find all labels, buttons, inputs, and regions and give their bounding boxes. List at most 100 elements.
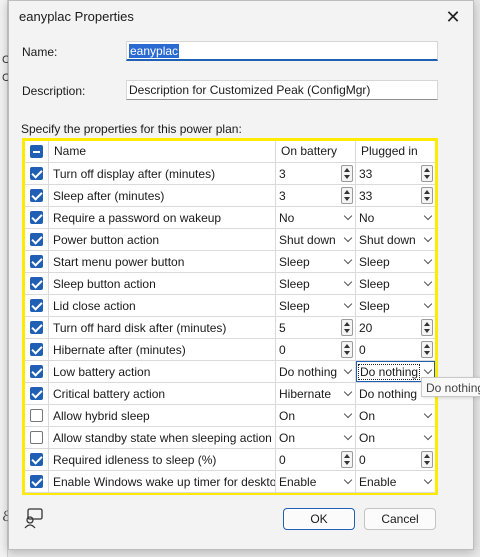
spin-arrows-icon[interactable] [421, 187, 433, 204]
description-value: Description for Customized Peak (ConfigM… [129, 83, 371, 97]
row-checkbox[interactable] [30, 387, 43, 400]
spin-arrows-icon[interactable] [421, 165, 433, 182]
plugged-spinner[interactable]: 0 [356, 339, 435, 360]
row-checkbox[interactable] [30, 343, 43, 356]
user-feedback-icon[interactable] [23, 507, 45, 529]
row-checkbox[interactable] [30, 431, 43, 444]
row-checkbox[interactable] [30, 409, 43, 422]
cancel-button[interactable]: Cancel [364, 508, 436, 530]
plugged-spinner[interactable]: 33 [356, 163, 435, 184]
chevron-down-icon[interactable] [343, 211, 353, 221]
battery-dropdown[interactable]: Do nothing [276, 361, 356, 382]
chevron-down-icon[interactable] [343, 431, 353, 441]
chevron-down-icon[interactable] [423, 299, 433, 309]
plugged-dropdown[interactable]: Enable [356, 471, 435, 492]
battery-dropdown[interactable]: Hibernate [276, 383, 356, 404]
battery-spinner[interactable]: 0 [276, 449, 356, 470]
row-checkbox-cell[interactable] [25, 405, 49, 426]
chevron-down-icon[interactable] [423, 409, 433, 419]
spin-arrows-icon[interactable] [341, 319, 353, 336]
row-checkbox-cell[interactable] [25, 163, 49, 184]
chevron-down-icon[interactable] [423, 255, 433, 265]
row-checkbox-cell[interactable] [25, 427, 49, 448]
spin-arrows-icon[interactable] [421, 341, 433, 358]
row-checkbox-cell[interactable] [25, 317, 49, 338]
row-checkbox[interactable] [30, 453, 43, 466]
row-checkbox[interactable] [30, 321, 43, 334]
row-checkbox-cell[interactable] [25, 449, 49, 470]
header-name[interactable]: Name [49, 141, 276, 162]
ok-button[interactable]: OK [283, 508, 355, 530]
battery-spinner[interactable]: 0 [276, 339, 356, 360]
plugged-dropdown[interactable]: On [356, 405, 435, 426]
chevron-down-icon[interactable] [423, 431, 433, 441]
close-button[interactable]: ✕ [441, 5, 465, 29]
chevron-down-icon[interactable] [343, 299, 353, 309]
power-settings-grid: Name On battery Plugged in Turn off disp… [22, 138, 438, 495]
battery-dropdown[interactable]: On [276, 427, 356, 448]
plugged-dropdown[interactable]: Sleep [356, 251, 435, 272]
plugged-dropdown[interactable]: Shut down [356, 229, 435, 250]
row-checkbox-cell[interactable] [25, 295, 49, 316]
row-checkbox[interactable] [30, 233, 43, 246]
row-checkbox[interactable] [30, 189, 43, 202]
row-checkbox-cell[interactable] [25, 361, 49, 382]
plugged-dropdown[interactable]: No [356, 207, 435, 228]
row-checkbox[interactable] [30, 211, 43, 224]
row-checkbox-cell[interactable] [25, 273, 49, 294]
header-plugged-in[interactable]: Plugged in [356, 141, 435, 162]
row-checkbox[interactable] [30, 277, 43, 290]
row-checkbox-cell[interactable] [25, 229, 49, 250]
chevron-down-icon[interactable] [423, 211, 433, 221]
chevron-down-icon[interactable] [343, 277, 353, 287]
battery-spinner[interactable]: 3 [276, 163, 356, 184]
plugged-spinner[interactable]: 33 [356, 185, 435, 206]
chevron-down-icon[interactable] [343, 365, 353, 375]
battery-spinner[interactable]: 5 [276, 317, 356, 338]
spin-arrows-icon[interactable] [421, 319, 433, 336]
chevron-down-icon[interactable] [343, 255, 353, 265]
battery-spinner[interactable]: 3 [276, 185, 356, 206]
description-field[interactable]: Description for Customized Peak (ConfigM… [126, 80, 438, 100]
battery-dropdown[interactable]: No [276, 207, 356, 228]
row-checkbox[interactable] [30, 255, 43, 268]
spin-arrows-icon[interactable] [341, 165, 353, 182]
spin-arrows-icon[interactable] [341, 451, 353, 468]
row-checkbox-cell[interactable] [25, 207, 49, 228]
battery-dropdown[interactable]: Enable [276, 471, 356, 492]
row-checkbox-cell[interactable] [25, 251, 49, 272]
battery-dropdown[interactable]: Sleep [276, 251, 356, 272]
chevron-down-icon[interactable] [343, 233, 353, 243]
battery-dropdown[interactable]: On [276, 405, 356, 426]
plugged-dropdown[interactable]: Sleep [356, 273, 435, 294]
plugged-value: 33 [359, 167, 373, 181]
chevron-down-icon[interactable] [343, 409, 353, 419]
spin-arrows-icon[interactable] [341, 341, 353, 358]
select-all-cell[interactable] [25, 141, 49, 162]
plugged-dropdown[interactable]: On [356, 427, 435, 448]
spin-arrows-icon[interactable] [341, 187, 353, 204]
row-checkbox[interactable] [30, 365, 43, 378]
chevron-down-icon[interactable] [343, 387, 353, 397]
chevron-down-icon[interactable] [343, 475, 353, 485]
row-checkbox[interactable] [30, 299, 43, 312]
row-checkbox-cell[interactable] [25, 383, 49, 404]
row-checkbox[interactable] [30, 475, 43, 488]
chevron-down-icon[interactable] [423, 277, 433, 287]
battery-dropdown[interactable]: Sleep [276, 273, 356, 294]
battery-dropdown[interactable]: Sleep [276, 295, 356, 316]
row-checkbox-cell[interactable] [25, 185, 49, 206]
plugged-spinner[interactable]: 20 [356, 317, 435, 338]
chevron-down-icon[interactable] [423, 233, 433, 243]
header-on-battery[interactable]: On battery [276, 141, 356, 162]
plugged-dropdown[interactable]: Sleep [356, 295, 435, 316]
battery-dropdown[interactable]: Shut down [276, 229, 356, 250]
select-all-checkbox[interactable] [30, 145, 43, 158]
row-checkbox-cell[interactable] [25, 471, 49, 492]
spin-arrows-icon[interactable] [421, 451, 433, 468]
name-field[interactable]: eanyplac [126, 41, 438, 61]
chevron-down-icon[interactable] [423, 475, 433, 485]
plugged-spinner[interactable]: 0 [356, 449, 435, 470]
row-checkbox[interactable] [30, 167, 43, 180]
row-checkbox-cell[interactable] [25, 339, 49, 360]
